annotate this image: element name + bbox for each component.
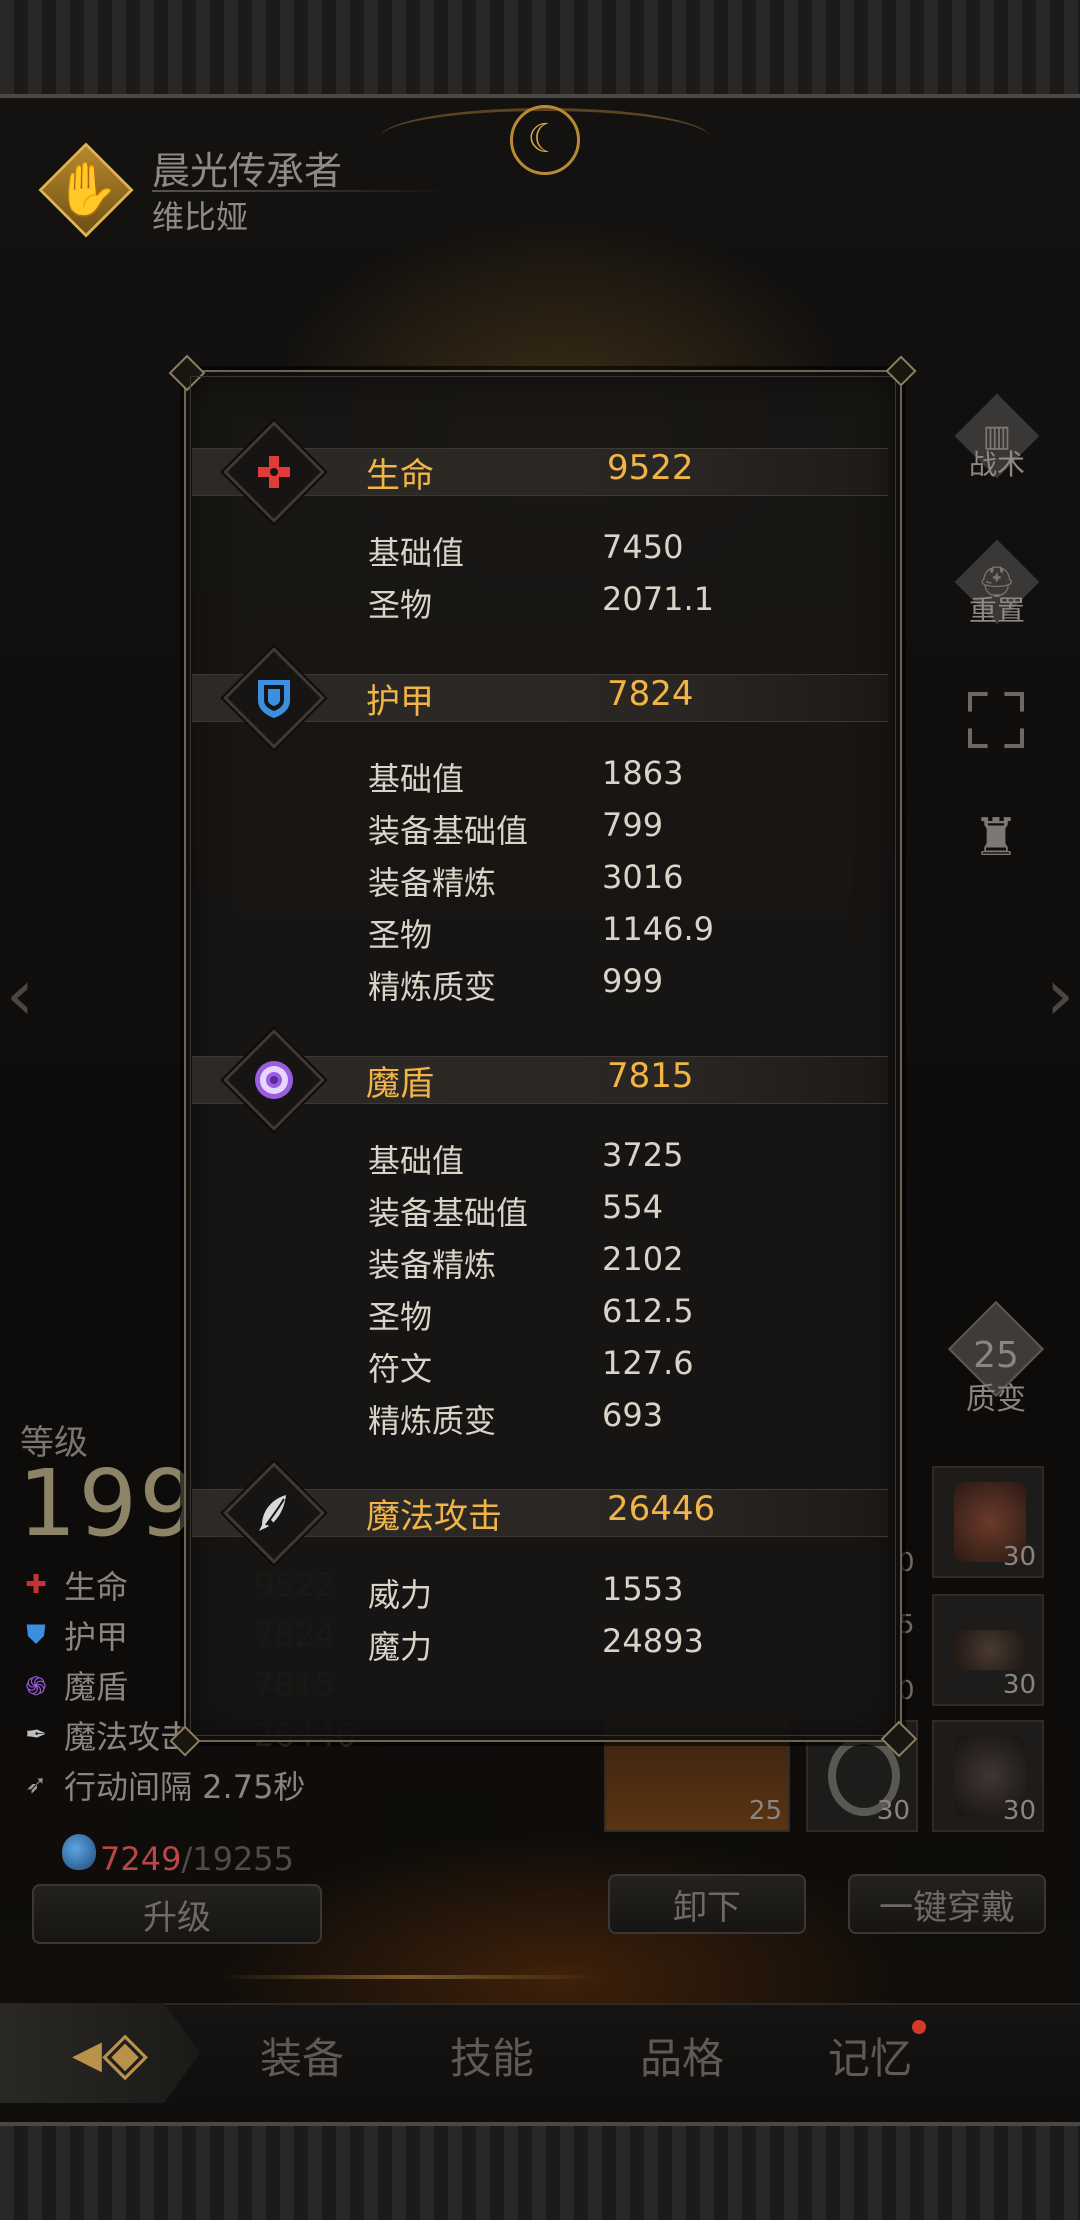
next-character-icon[interactable]: ›: [1040, 920, 1080, 1070]
section-total: 7824: [607, 674, 694, 714]
mini-stat-label: 生命: [64, 1568, 129, 1606]
gear-slot-boots[interactable]: 30: [932, 1720, 1044, 1832]
mini-stat-armor: ⛊ 护甲 7824: [22, 1612, 335, 1658]
stat-row-label: 精炼质变: [368, 1402, 497, 1440]
stat-row-value: 2102: [602, 1240, 684, 1278]
exp-current: 7249: [100, 1840, 182, 1878]
exp-separator: /: [181, 1840, 193, 1878]
gear-slot-belt[interactable]: 30: [932, 1594, 1044, 1706]
cross-icon: ✚: [25, 1570, 47, 1600]
mini-stat-label: 护甲: [64, 1618, 129, 1656]
gear-quality: 30: [1002, 1670, 1036, 1700]
equip-all-button[interactable]: 一键穿戴: [848, 1874, 1046, 1934]
gear-quality: 25: [748, 1796, 782, 1826]
mini-stat-hp: ✚ 生命 9522: [22, 1562, 335, 1608]
belt-icon: [954, 1630, 1026, 1670]
stat-row-label: 装备精炼: [368, 864, 497, 902]
cross-icon: [238, 436, 310, 508]
section-name: 魔法攻击: [366, 1497, 502, 1537]
stat-row-value: 1863: [602, 754, 684, 792]
exp-orb-icon: [62, 1834, 96, 1870]
mini-stat-label: 魔盾: [64, 1668, 129, 1706]
character-title: 晨光传承者: [152, 149, 343, 193]
attribute-detail-popup[interactable]: 生命 9522 基础值 7450 圣物 2071.1 护甲 7824 基础值 1…: [169, 355, 917, 1757]
nav-glow: [220, 1975, 600, 1979]
shield-icon: ⛊: [26, 1619, 46, 1650]
level-value: 199: [18, 1450, 200, 1557]
stat-row-label: 符文: [368, 1350, 433, 1388]
stat-row-value: 3725: [602, 1136, 684, 1174]
stat-row-value: 2071.1: [602, 580, 714, 618]
stat-row-label: 圣物: [368, 1298, 433, 1336]
stat-row-value: 799: [602, 806, 664, 844]
feather-icon: ✒: [25, 1720, 47, 1750]
wing-icon: ➶: [25, 1770, 47, 1800]
stat-row-value: 3016: [602, 858, 684, 896]
stat-row-label: 基础值: [368, 1142, 465, 1180]
reset-button[interactable]: ⛑ 重置: [950, 539, 1044, 638]
stat-row-value: 7450: [602, 528, 684, 566]
armor-toggle-icon[interactable]: ♜: [966, 808, 1026, 868]
gear-quality: 30: [1002, 1542, 1036, 1572]
section-total: 26446: [607, 1489, 716, 1529]
transmute-value: 25: [973, 1335, 1019, 1376]
tactics-label: 战术: [968, 448, 1025, 481]
transmute-badge[interactable]: 25 质变: [944, 1300, 1048, 1417]
tab-skills[interactable]: 技能: [450, 2025, 534, 2086]
reset-label: 重置: [968, 594, 1025, 627]
stat-row-label: 装备基础值: [368, 812, 529, 850]
gear-quality: 30: [1002, 1796, 1036, 1826]
stat-row-label: 魔力: [368, 1628, 433, 1666]
stat-row-label: 基础值: [368, 760, 465, 798]
stat-row-value: 24893: [602, 1622, 704, 1660]
stat-row-value: 693: [602, 1396, 664, 1434]
stat-row-value: 1553: [602, 1570, 684, 1608]
stat-row-value: 1146.9: [602, 910, 714, 948]
tab-memory[interactable]: 记忆: [828, 2025, 912, 2086]
shield-icon: [238, 662, 310, 734]
tab-equipment[interactable]: 装备: [260, 2025, 344, 2086]
swirl-icon: [238, 1044, 310, 1116]
back-arrow-icon[interactable]: ◂◈: [60, 2018, 160, 2088]
section-name: 护甲: [366, 682, 434, 722]
stat-row-value: 127.6: [602, 1344, 694, 1382]
mini-stat-interval: ➶ 行动间隔 2.75秒: [22, 1762, 305, 1808]
notification-dot: [912, 2020, 926, 2034]
section-total: 9522: [607, 448, 694, 488]
stat-row-label: 圣物: [368, 586, 433, 624]
stat-row-label: 精炼质变: [368, 968, 497, 1006]
tactics-button[interactable]: ▥ 战术: [950, 393, 1044, 492]
top-frame: [0, 0, 1080, 98]
stat-row-value: 612.5: [602, 1292, 694, 1330]
moon-crest-icon: ☾: [510, 105, 580, 175]
mini-stat-label: 魔法攻击: [64, 1718, 193, 1756]
feather-icon: [238, 1477, 310, 1549]
hand-icon: ✋: [54, 160, 120, 220]
stat-row-value: 554: [602, 1188, 664, 1226]
stat-row-label: 装备基础值: [368, 1194, 529, 1232]
stat-row-label: 基础值: [368, 534, 465, 572]
mini-stat-matk: ✒ 魔法攻击 26446: [22, 1712, 356, 1758]
bottom-frame: [0, 2122, 1080, 2220]
transmute-label: 质变: [966, 1382, 1026, 1417]
exp-progress: 7249/19255: [100, 1840, 294, 1878]
section-name: 魔盾: [366, 1064, 434, 1104]
upgrade-button[interactable]: 升级: [32, 1884, 322, 1944]
exp-max: 19255: [192, 1840, 295, 1878]
character-name: 维比娅: [152, 198, 249, 236]
gear-quality: 30: [876, 1796, 910, 1826]
section-name: 生命: [366, 456, 434, 496]
gear-slot-armor[interactable]: 30: [932, 1466, 1044, 1578]
unequip-button[interactable]: 卸下: [608, 1874, 806, 1934]
stat-row-value: 999: [602, 962, 664, 1000]
section-total: 7815: [607, 1056, 694, 1096]
prev-character-icon[interactable]: ‹: [0, 920, 40, 1070]
stat-row-label: 威力: [368, 1576, 433, 1614]
stat-row-label: 圣物: [368, 916, 433, 954]
swirl-icon: ֍: [25, 1672, 47, 1702]
stat-row-label: 装备精炼: [368, 1246, 497, 1284]
tab-character[interactable]: 品格: [640, 2025, 724, 2086]
mini-stat-label: 行动间隔 2.75秒: [64, 1768, 306, 1806]
mini-stat-mshield: ֍ 魔盾 7815: [22, 1662, 335, 1708]
